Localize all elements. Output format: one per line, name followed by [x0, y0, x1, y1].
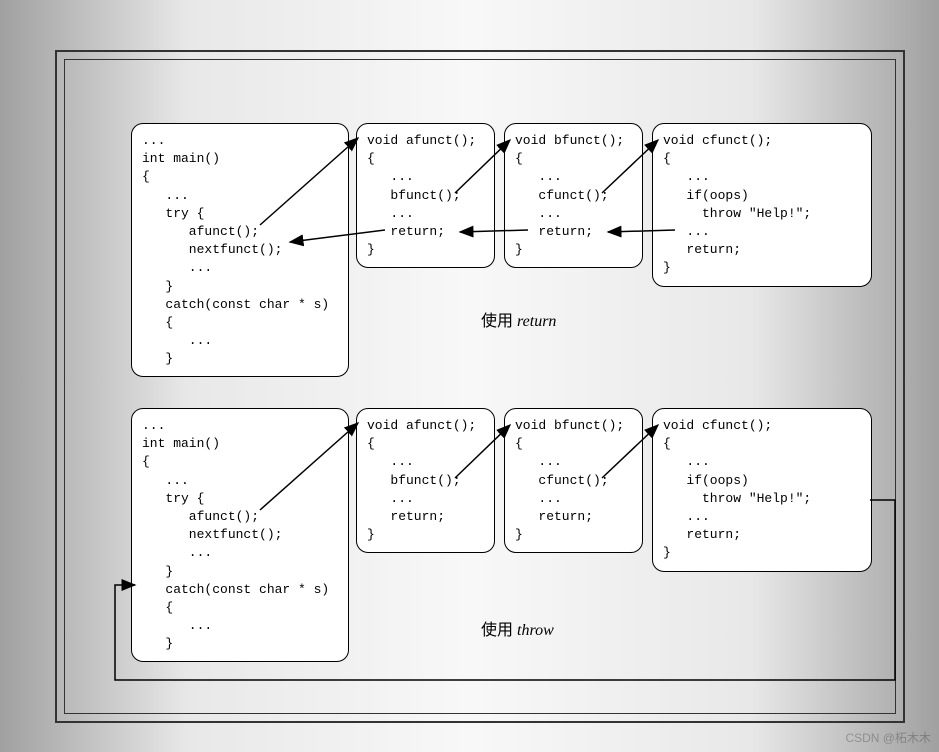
top-bfunc-box: void bfunct(); { ... cfunct(); ... retur…	[504, 123, 643, 268]
caption-return-prefix: 使用	[481, 313, 517, 330]
caption-return: 使用 return	[481, 307, 556, 331]
caption-return-italic: return	[517, 313, 556, 330]
caption-throw: 使用 throw	[481, 616, 554, 640]
bottom-main-box: ... int main() { ... try { afunct(); nex…	[131, 408, 349, 662]
top-main-box: ... int main() { ... try { afunct(); nex…	[131, 123, 349, 377]
bottom-cfunc-box: void cfunct(); { ... if(oops) throw "Hel…	[652, 408, 872, 572]
top-afunc-box: void afunct(); { ... bfunct(); ... retur…	[356, 123, 495, 268]
caption-throw-prefix: 使用	[481, 622, 517, 639]
top-cfunc-box: void cfunct(); { ... if(oops) throw "Hel…	[652, 123, 872, 287]
bottom-afunc-box: void afunct(); { ... bfunct(); ... retur…	[356, 408, 495, 553]
bottom-bfunc-box: void bfunct(); { ... cfunct(); ... retur…	[504, 408, 643, 553]
watermark: CSDN @柘木木	[845, 729, 931, 746]
caption-throw-italic: throw	[517, 622, 554, 639]
